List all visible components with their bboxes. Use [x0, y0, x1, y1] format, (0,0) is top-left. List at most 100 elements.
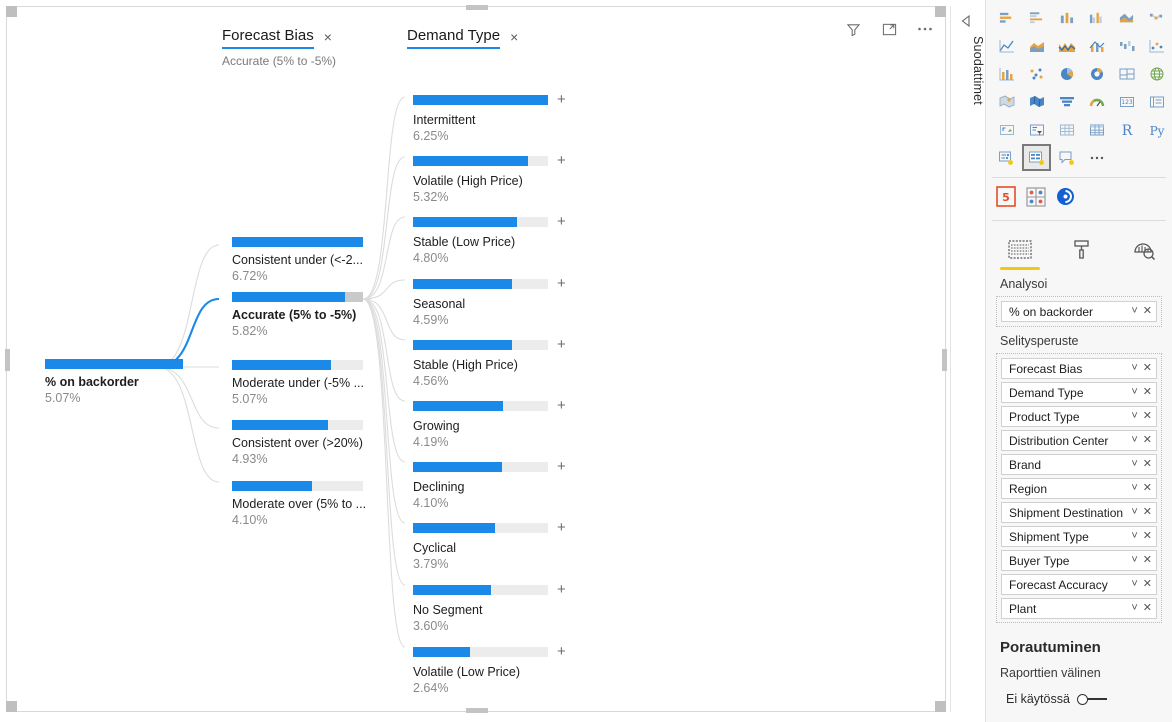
chevron-down-icon[interactable]: ˅ — [1131, 306, 1137, 317]
stacked-bar-chart-icon[interactable] — [992, 4, 1021, 31]
expand-node-icon[interactable]: + — [557, 520, 566, 535]
remove-icon[interactable]: ✕ — [1143, 531, 1152, 542]
clustered-column-chart-icon[interactable] — [1082, 4, 1111, 31]
globe-map-icon[interactable] — [1142, 60, 1171, 87]
tab-fields[interactable] — [1000, 236, 1040, 270]
level-name-demand-type[interactable]: Demand Type — [407, 27, 501, 49]
field-chip-analyze[interactable]: % on backorder ˅ ✕ — [1001, 301, 1157, 322]
drill-cross-report-toggle[interactable]: Ei käytössä — [986, 680, 1172, 706]
chevron-down-icon[interactable]: ˅ — [1131, 459, 1137, 470]
treemap-icon[interactable] — [1112, 60, 1141, 87]
chevron-down-icon[interactable]: ˅ — [1131, 363, 1137, 374]
field-chip-product-type[interactable]: Product Type ˅ ✕ — [1001, 406, 1157, 427]
key-influencers-icon[interactable] — [992, 144, 1021, 171]
waterfall-chart-icon[interactable] — [1112, 32, 1141, 59]
chevron-down-icon[interactable]: ˅ — [1131, 555, 1137, 566]
remove-icon[interactable]: ✕ — [1143, 483, 1152, 494]
remove-icon[interactable]: ✕ — [1143, 363, 1152, 374]
field-chip-distribution-center[interactable]: Distribution Center ˅ ✕ — [1001, 430, 1157, 451]
grid-visual-icon[interactable] — [1024, 185, 1047, 208]
tree-node-forecast-bias-4[interactable]: Moderate over (5% to ... 4.10% — [232, 481, 377, 527]
gauge-chart-icon[interactable] — [1082, 88, 1111, 115]
remove-level-forecast-bias[interactable]: × — [324, 30, 332, 47]
tab-analytics[interactable] — [1124, 236, 1164, 270]
power-visual-icon[interactable] — [1054, 185, 1077, 208]
field-chip-shipment-destination[interactable]: Shipment Destination ˅ ✕ — [1001, 502, 1157, 523]
remove-icon[interactable]: ✕ — [1143, 579, 1152, 590]
tree-node-demand-type-9[interactable]: + Volatile (Low Price) 2.64% — [413, 644, 573, 695]
tree-node-demand-type-8[interactable]: + No Segment 3.60% — [413, 582, 573, 633]
tree-node-demand-type-2[interactable]: + Stable (Low Price) 4.80% — [413, 214, 573, 265]
remove-icon[interactable]: ✕ — [1143, 411, 1152, 422]
remove-icon[interactable]: ✕ — [1143, 555, 1152, 566]
field-chip-shipment-type[interactable]: Shipment Type ˅ ✕ — [1001, 526, 1157, 547]
expand-node-icon[interactable]: + — [557, 276, 566, 291]
shape-map-icon[interactable] — [1022, 88, 1051, 115]
filters-pane-label[interactable]: Suodattimet — [951, 36, 985, 105]
tree-node-demand-type-6[interactable]: + Declining 4.10% — [413, 459, 573, 510]
chevron-down-icon[interactable]: ˅ — [1131, 411, 1137, 422]
kpi-icon[interactable] — [992, 116, 1021, 143]
area-chart-icon[interactable] — [1022, 32, 1051, 59]
remove-icon[interactable]: ✕ — [1143, 435, 1152, 446]
expand-node-icon[interactable]: + — [557, 459, 566, 474]
dot-plot-icon[interactable] — [1022, 60, 1051, 87]
field-chip-plant[interactable]: Plant ˅ ✕ — [1001, 598, 1157, 619]
matrix-icon[interactable] — [1082, 116, 1111, 143]
remove-icon[interactable]: ✕ — [1143, 603, 1152, 614]
collapse-arrow-icon[interactable] — [959, 14, 975, 30]
tree-node-forecast-bias-0[interactable]: Consistent under (<-2... 6.72% — [232, 237, 377, 283]
table-icon[interactable] — [1052, 116, 1081, 143]
multi-row-card-icon[interactable] — [1142, 88, 1171, 115]
tree-node-demand-type-0[interactable]: + Intermittent 6.25% — [413, 92, 573, 143]
field-chip-forecast-accuracy[interactable]: Forecast Accuracy ˅ ✕ — [1001, 574, 1157, 595]
decomposition-tree-visual[interactable]: Forecast Bias × Accurate (5% to -5%) Dem… — [5, 5, 947, 713]
analyze-field-well[interactable]: % on backorder ˅ ✕ — [996, 296, 1162, 327]
filled-map-icon[interactable] — [992, 88, 1021, 115]
tree-node-demand-type-5[interactable]: + Growing 4.19% — [413, 398, 573, 449]
tree-node-demand-type-7[interactable]: + Cyclical 3.79% — [413, 520, 573, 571]
line-stacked-column-icon[interactable] — [1052, 32, 1081, 59]
expand-node-icon[interactable]: + — [557, 92, 566, 107]
chevron-down-icon[interactable]: ˅ — [1131, 603, 1137, 614]
tree-node-demand-type-4[interactable]: + Stable (High Price) 4.56% — [413, 337, 573, 388]
chevron-down-icon[interactable]: ˅ — [1131, 483, 1137, 494]
tree-node-forecast-bias-1[interactable]: Accurate (5% to -5%) 5.82% — [232, 292, 377, 338]
decomposition-tree-canvas[interactable]: Forecast Bias × Accurate (5% to -5%) Dem… — [7, 7, 945, 711]
chevron-down-icon[interactable]: ˅ — [1131, 387, 1137, 398]
slicer-icon[interactable] — [1022, 116, 1051, 143]
stacked-area-chart-icon[interactable] — [1112, 4, 1141, 31]
card-icon[interactable]: 123 — [1112, 88, 1141, 115]
explain-by-field-well[interactable]: Forecast Bias ˅ ✕ Demand Type ˅ ✕ Product … — [996, 353, 1162, 623]
tree-node-demand-type-3[interactable]: + Seasonal 4.59% — [413, 276, 573, 327]
chevron-down-icon[interactable]: ˅ — [1131, 531, 1137, 542]
chevron-down-icon[interactable]: ˅ — [1131, 579, 1137, 590]
field-chip-buyer-type[interactable]: Buyer Type ˅ ✕ — [1001, 550, 1157, 571]
field-chip-forecast-bias[interactable]: Forecast Bias ˅ ✕ — [1001, 358, 1157, 379]
remove-icon[interactable]: ✕ — [1143, 459, 1152, 470]
expand-node-icon[interactable]: + — [557, 337, 566, 352]
combo-chart-icon[interactable] — [992, 60, 1021, 87]
filters-pane-collapsed[interactable]: Suodattimet — [950, 6, 985, 712]
more-visuals-icon[interactable] — [1082, 144, 1111, 171]
funnel-chart-icon[interactable] — [1052, 88, 1081, 115]
field-chip-demand-type[interactable]: Demand Type ˅ ✕ — [1001, 382, 1157, 403]
donut-chart-icon[interactable] — [1082, 60, 1111, 87]
tree-node-root[interactable]: % on backorder 5.07% — [45, 359, 185, 405]
chevron-down-icon[interactable]: ˅ — [1131, 435, 1137, 446]
line-chart-icon[interactable] — [992, 32, 1021, 59]
r-script-visual-icon[interactable]: R — [1112, 116, 1141, 143]
field-chip-region[interactable]: Region ˅ ✕ — [1001, 478, 1157, 499]
expand-node-icon[interactable]: + — [557, 153, 566, 168]
clustered-bar-chart-icon[interactable] — [1022, 4, 1051, 31]
toggle-switch[interactable] — [1076, 693, 1107, 705]
remove-icon[interactable]: ✕ — [1143, 387, 1152, 398]
python-visual-icon[interactable]: Py — [1142, 116, 1171, 143]
chevron-down-icon[interactable]: ˅ — [1131, 507, 1137, 518]
line-clustered-column-icon[interactable] — [1082, 32, 1111, 59]
tab-format[interactable] — [1062, 236, 1102, 270]
remove-level-demand-type[interactable]: × — [510, 30, 518, 47]
expand-node-icon[interactable]: + — [557, 644, 566, 659]
pie-chart-icon[interactable] — [1052, 60, 1081, 87]
field-chip-brand[interactable]: Brand ˅ ✕ — [1001, 454, 1157, 475]
